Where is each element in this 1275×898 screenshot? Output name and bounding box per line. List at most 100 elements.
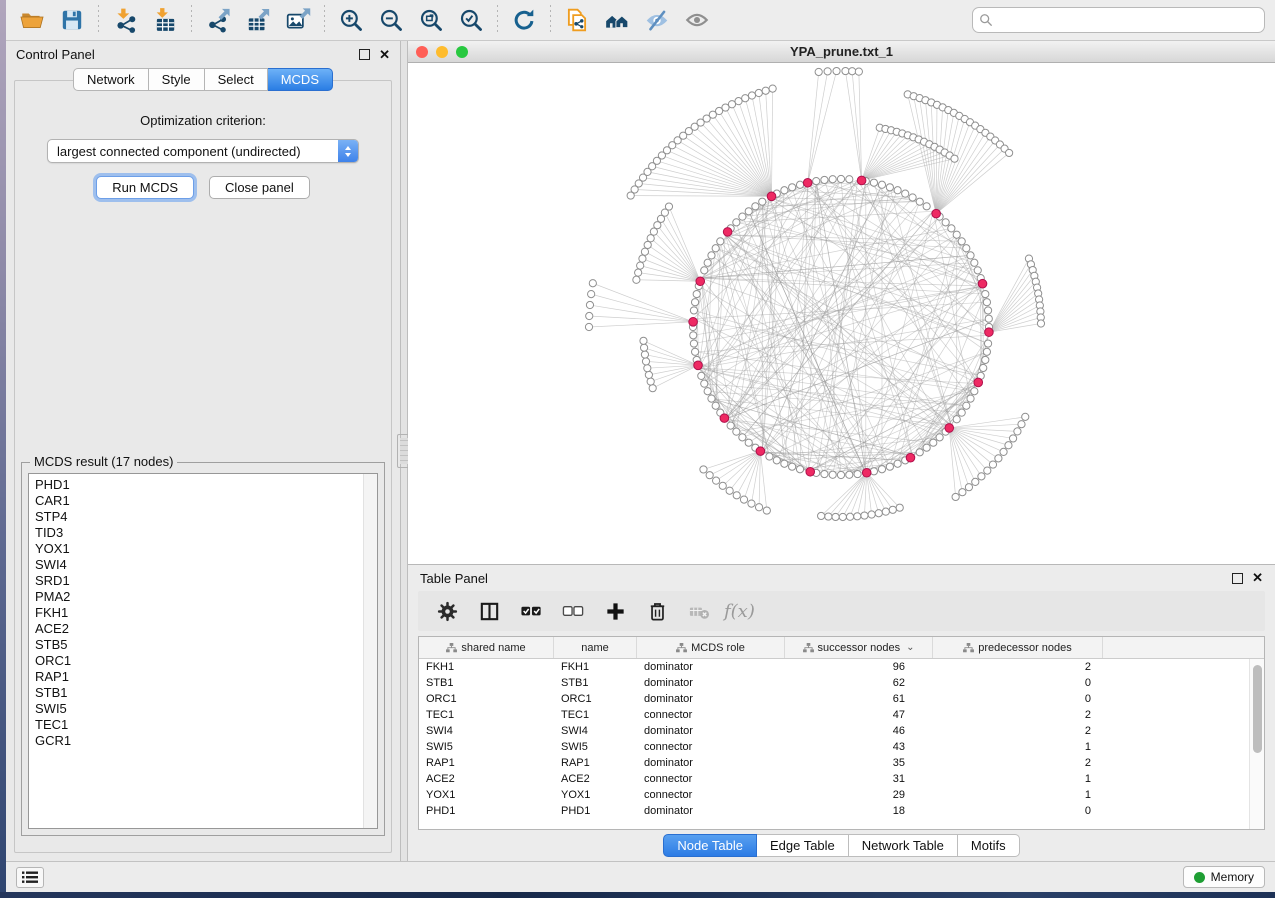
open-file-button[interactable] [12, 3, 52, 37]
optimization-criterion-select[interactable]: largest connected component (undirected) [47, 139, 359, 163]
table-row[interactable]: RAP1RAP1dominator352 [419, 755, 1264, 771]
hide-selected-button[interactable] [637, 3, 677, 37]
import-table-button[interactable] [145, 3, 185, 37]
mcds-result-item[interactable]: SRD1 [35, 573, 363, 589]
column-header-name[interactable]: name [554, 637, 637, 658]
table-row[interactable]: SWI4SWI4dominator462 [419, 723, 1264, 739]
hide-eye-icon [644, 7, 670, 33]
table-row[interactable]: ORC1ORC1dominator610 [419, 691, 1264, 707]
cell: YOX1 [419, 787, 554, 803]
zoom-fit-button[interactable] [411, 3, 451, 37]
zoom-out-button[interactable] [371, 3, 411, 37]
tab-node-table[interactable]: Node Table [663, 834, 757, 857]
mcds-result-item[interactable]: STB1 [35, 685, 363, 701]
table-settings-button[interactable] [430, 596, 464, 626]
maximize-window-icon[interactable] [456, 46, 468, 58]
column-header-shared-name[interactable]: shared name [419, 637, 554, 658]
cell: STB1 [554, 675, 637, 691]
export-image-icon [285, 7, 311, 33]
duplicate-network-icon [564, 7, 590, 33]
mcds-result-item[interactable]: STB5 [35, 637, 363, 653]
mcds-result-item[interactable]: STP4 [35, 509, 363, 525]
function-builder-icon[interactable]: f(x) [724, 601, 755, 622]
save-button[interactable] [52, 3, 92, 37]
tab-mcds[interactable]: MCDS [268, 68, 333, 91]
first-neighbors-button[interactable] [597, 3, 637, 37]
mcds-result-item[interactable]: CAR1 [35, 493, 363, 509]
add-column-button[interactable] [598, 596, 632, 626]
minimize-window-icon[interactable] [436, 46, 448, 58]
status-bar: Memory [6, 861, 1275, 892]
column-header-successor-nodes[interactable]: successor nodes⌄ [785, 637, 933, 658]
select-all-checkboxes-icon [520, 600, 543, 623]
duplicate-network-button[interactable] [557, 3, 597, 37]
tab-select[interactable]: Select [205, 68, 268, 91]
tab-motifs[interactable]: Motifs [958, 834, 1020, 857]
tab-network[interactable]: Network [73, 68, 149, 91]
tab-network-table[interactable]: Network Table [849, 834, 958, 857]
float-panel-icon[interactable] [359, 49, 370, 60]
search-field-wrap [972, 7, 1265, 33]
mcds-result-item[interactable]: RAP1 [35, 669, 363, 685]
close-panel-button[interactable]: Close panel [209, 176, 310, 199]
zoom-in-button[interactable] [331, 3, 371, 37]
run-mcds-button[interactable]: Run MCDS [96, 176, 194, 199]
show-all-button[interactable] [677, 3, 717, 37]
import-network-button[interactable] [105, 3, 145, 37]
cell: 2 [933, 707, 1103, 723]
table-panel-header: Table Panel ✕ [408, 565, 1275, 591]
mcds-result-item[interactable]: TID3 [35, 525, 363, 541]
export-network-button[interactable] [198, 3, 238, 37]
tab-edge-table[interactable]: Edge Table [757, 834, 849, 857]
mcds-result-item[interactable]: GCR1 [35, 733, 363, 749]
network-canvas[interactable] [408, 63, 1275, 564]
panel-splitter[interactable] [400, 41, 408, 861]
table-row[interactable]: STB1STB1dominator620 [419, 675, 1264, 691]
mcds-result-item[interactable]: PHD1 [35, 477, 363, 493]
close-panel-icon[interactable]: ✕ [1252, 573, 1263, 583]
column-header-predecessor-nodes[interactable]: predecessor nodes [933, 637, 1103, 658]
memory-button[interactable]: Memory [1183, 866, 1265, 888]
table-scrollbar[interactable] [1249, 659, 1264, 829]
table-row[interactable]: FKH1FKH1dominator962 [419, 659, 1264, 675]
mcds-result-item[interactable]: TEC1 [35, 717, 363, 733]
mcds-result-item[interactable]: FKH1 [35, 605, 363, 621]
delete-column-button[interactable] [640, 596, 674, 626]
mcds-result-item[interactable]: PMA2 [35, 589, 363, 605]
tab-style[interactable]: Style [149, 68, 205, 91]
search-icon [979, 13, 993, 27]
mcds-result-item[interactable]: ACE2 [35, 621, 363, 637]
cell: 29 [785, 787, 933, 803]
network-graph[interactable] [408, 63, 1275, 564]
refresh-button[interactable] [504, 3, 544, 37]
table-scrollbar-thumb[interactable] [1253, 665, 1262, 753]
export-image-button[interactable] [278, 3, 318, 37]
column-header-MCDS-role[interactable]: MCDS role [637, 637, 785, 658]
close-window-icon[interactable] [416, 46, 428, 58]
float-panel-icon[interactable] [1232, 573, 1243, 584]
close-panel-icon[interactable]: ✕ [379, 50, 390, 60]
table-row[interactable]: PHD1PHD1dominator180 [419, 803, 1264, 819]
table-row[interactable]: TEC1TEC1connector472 [419, 707, 1264, 723]
mcds-result-item[interactable]: YOX1 [35, 541, 363, 557]
table-row[interactable]: ACE2ACE2connector311 [419, 771, 1264, 787]
mcds-tab-content: Optimization criterion: largest connecte… [14, 80, 392, 853]
toolbar-separator [324, 5, 325, 35]
export-table-button[interactable] [238, 3, 278, 37]
split-panel-button[interactable] [472, 596, 506, 626]
zoom-selected-button[interactable] [451, 3, 491, 37]
select-all-columns-button[interactable] [514, 596, 548, 626]
list-scrollbar[interactable] [363, 474, 377, 828]
table-row[interactable]: SWI5SWI5connector431 [419, 739, 1264, 755]
mcds-result-item[interactable]: SWI4 [35, 557, 363, 573]
delete-table-button[interactable] [682, 596, 716, 626]
task-history-button[interactable] [16, 867, 44, 888]
column-type-icon [963, 643, 974, 653]
search-input[interactable] [972, 7, 1265, 33]
cell: dominator [637, 755, 785, 771]
mcds-result-item[interactable]: ORC1 [35, 653, 363, 669]
node-table-body: FKH1FKH1dominator962STB1STB1dominator620… [419, 659, 1264, 829]
mcds-result-item[interactable]: SWI5 [35, 701, 363, 717]
table-row[interactable]: YOX1YOX1connector291 [419, 787, 1264, 803]
deselect-all-columns-button[interactable] [556, 596, 590, 626]
